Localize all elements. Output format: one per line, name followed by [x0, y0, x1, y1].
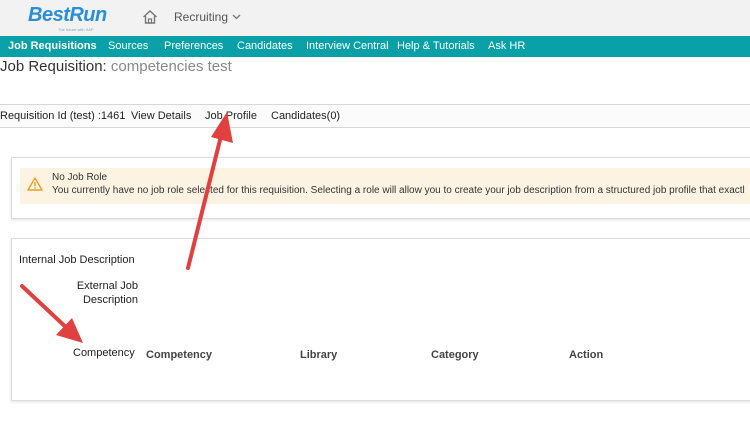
- requisition-name: competencies test: [110, 58, 232, 75]
- job-role-card: No Job Role You currently have no job ro…: [11, 157, 750, 219]
- logo-tagline: The future with SAP: [58, 27, 94, 32]
- no-job-role-alert: No Job Role You currently have no job ro…: [20, 168, 750, 204]
- warning-icon: [27, 177, 43, 191]
- candidates-link[interactable]: Candidates(0): [271, 110, 340, 122]
- home-icon[interactable]: [142, 9, 158, 25]
- page-title: Job Requisition: competencies test: [0, 58, 232, 75]
- requisition-id: Requisition Id (test) :1461: [0, 110, 126, 122]
- external-job-description-label: External Job Description: [76, 280, 138, 306]
- top-bar: BestRun The future with SAP Recruiting: [0, 0, 750, 35]
- logo-text: BestRun: [28, 4, 107, 26]
- column-category: Category: [431, 349, 479, 361]
- page-title-prefix: Job Requisition:: [0, 58, 107, 75]
- column-library: Library: [300, 349, 338, 361]
- nav-ask-hr[interactable]: Ask HR: [488, 40, 525, 52]
- requisition-subnav: Requisition Id (test) :1461 View Details…: [0, 104, 750, 128]
- bestrun-logo[interactable]: BestRun The future with SAP: [28, 4, 108, 34]
- nav-interview-central[interactable]: Interview Central: [306, 40, 389, 52]
- nav-candidates[interactable]: Candidates: [237, 40, 293, 52]
- nav-job-requisitions[interactable]: Job Requisitions: [8, 40, 97, 52]
- nav-sources[interactable]: Sources: [108, 40, 148, 52]
- nav-help-tutorials[interactable]: Help & Tutorials: [397, 40, 475, 52]
- internal-job-description-label: Internal Job Description: [19, 254, 135, 266]
- view-details-link[interactable]: View Details: [131, 110, 191, 122]
- job-profile-link[interactable]: Job Profile: [205, 110, 257, 122]
- alert-message: You currently have no job role selected …: [52, 185, 745, 196]
- main-nav: Job Requisitions Sources Preferences Can…: [0, 36, 750, 57]
- nav-preferences[interactable]: Preferences: [164, 40, 223, 52]
- competency-label: Competency: [73, 347, 135, 359]
- column-action: Action: [569, 349, 604, 361]
- chevron-down-icon: [232, 10, 241, 24]
- job-description-card: Internal Job Description External Job De…: [11, 238, 750, 401]
- column-competency: Competency: [146, 349, 213, 361]
- module-switcher[interactable]: Recruiting: [174, 10, 241, 24]
- alert-title: No Job Role: [52, 172, 108, 183]
- module-label: Recruiting: [174, 10, 229, 24]
